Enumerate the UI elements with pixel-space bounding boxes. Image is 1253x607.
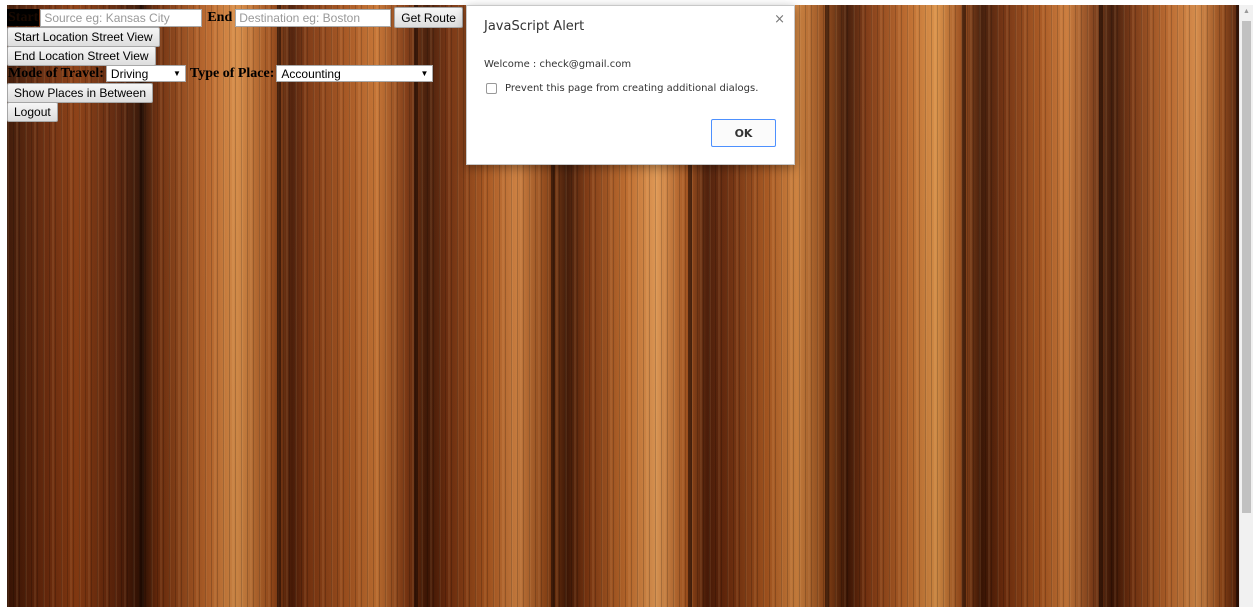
close-icon[interactable]: ×: [774, 12, 785, 27]
dialog-title: JavaScript Alert: [484, 19, 585, 34]
show-places-button[interactable]: Show Places in Between: [7, 83, 154, 103]
start-input[interactable]: Source eg: Kansas City: [40, 8, 203, 27]
chevron-down-icon: ▼: [420, 69, 429, 78]
get-route-button[interactable]: Get Route: [394, 7, 463, 28]
mode-label: Mode of Travel:: [8, 66, 104, 81]
javascript-alert-dialog: JavaScript Alert × Welcome : check@gmail…: [466, 5, 795, 165]
end-input[interactable]: Destination eg: Boston: [235, 8, 392, 27]
vertical-scrollbar[interactable]: ▲: [1239, 5, 1253, 607]
ok-button[interactable]: OK: [711, 119, 776, 147]
place-type-label: Type of Place:: [189, 66, 275, 81]
chevron-down-icon: ▼: [172, 69, 181, 78]
dialog-message: Welcome : check@gmail.com: [484, 59, 632, 70]
mode-select[interactable]: Driving ▼: [105, 65, 186, 82]
route-row: Start Source eg: Kansas City End Destina…: [7, 7, 463, 28]
options-row: Mode of Travel: Driving ▼ Type of Place:…: [7, 65, 434, 82]
mode-select-value: Driving: [110, 66, 149, 81]
logout-button[interactable]: Logout: [7, 102, 58, 122]
prevent-dialogs-option[interactable]: Prevent this page from creating addition…: [486, 83, 758, 94]
start-street-view-button[interactable]: Start Location Street View: [7, 27, 160, 47]
end-street-view-button[interactable]: End Location Street View: [7, 46, 156, 66]
end-input-placeholder: Destination eg: Boston: [239, 10, 360, 25]
scrollbar-thumb[interactable]: [1242, 21, 1251, 513]
arrow-up-icon[interactable]: ▲: [1243, 8, 1250, 15]
place-type-select-value: Accounting: [281, 66, 341, 81]
start-input-placeholder: Source eg: Kansas City: [44, 10, 170, 25]
prevent-dialogs-label: Prevent this page from creating addition…: [505, 83, 759, 94]
place-type-select[interactable]: Accounting ▼: [276, 65, 434, 82]
end-label: End: [207, 10, 233, 25]
start-label: Start: [7, 9, 40, 26]
prevent-dialogs-checkbox[interactable]: [486, 83, 497, 94]
